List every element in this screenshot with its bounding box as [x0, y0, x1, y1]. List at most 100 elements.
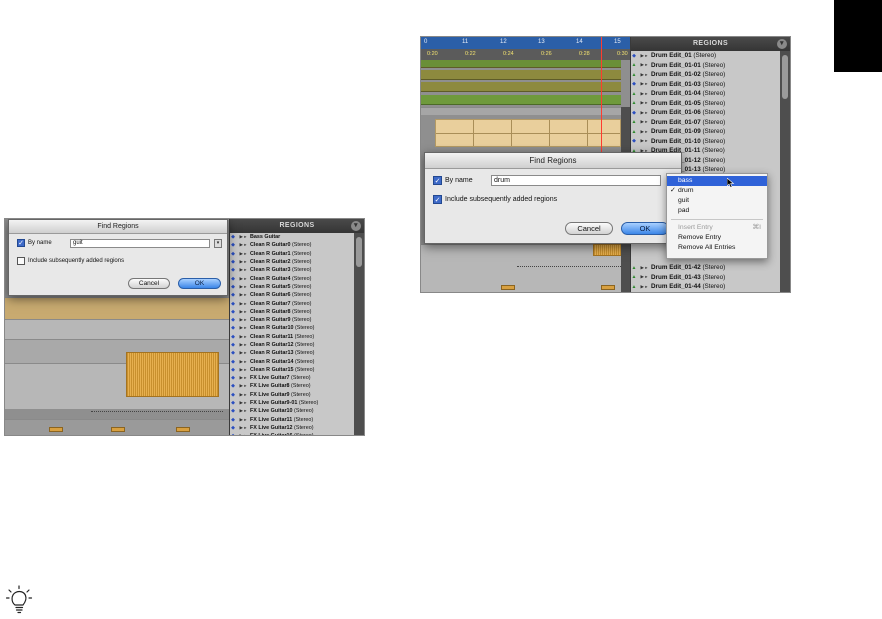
region-list-item[interactable]: ◆ ▶ ▸ Clean R Guitar6 (Stereo): [230, 291, 354, 299]
menu-item-bass[interactable]: bass: [667, 176, 767, 186]
region-list-item[interactable]: ◆ ▶ ▸ Clean R Guitar11 (Stereo): [230, 333, 354, 341]
region-list-item[interactable]: ◆ ▶ ▸ Clean R Guitar13 (Stereo): [230, 349, 354, 357]
expand-triangle-icon[interactable]: ▶ ▸: [236, 400, 250, 406]
include-row[interactable]: ✓ Include subsequently added regions: [433, 195, 557, 204]
by-name-row[interactable]: ✓ By name: [17, 239, 52, 247]
expand-triangle-icon[interactable]: ▶ ▸: [236, 334, 250, 340]
expand-triangle-icon[interactable]: ▶ ▸: [236, 284, 250, 290]
name-dropdown-button[interactable]: ▾: [214, 239, 222, 248]
expand-triangle-icon[interactable]: ▶ ▸: [236, 392, 250, 398]
region-list-item[interactable]: ◆▶ ▸FX Live Guitar16 (Stereo): [230, 432, 354, 435]
regions-menu-button[interactable]: ▾: [351, 221, 361, 231]
expand-triangle-icon[interactable]: ▶ ▸: [236, 251, 250, 257]
region-list-item[interactable]: ◆ ▶ ▸ Drum Edit_01 (Stereo): [631, 51, 780, 61]
expand-triangle-icon[interactable]: ▶ ▸: [637, 53, 651, 59]
expand-triangle-icon[interactable]: ▶ ▸: [236, 408, 250, 414]
expand-triangle-icon[interactable]: ▶ ▸: [236, 359, 250, 365]
region-list-item[interactable]: ◆ ▶ ▸ Clean R Guitar7 (Stereo): [230, 299, 354, 307]
by-name-checkbox[interactable]: ✓: [17, 239, 25, 247]
region-list-item[interactable]: ◆ ▶ ▸ FX Live Guitar8 (Stereo): [230, 382, 354, 390]
by-name-row[interactable]: ✓ By name: [433, 176, 473, 185]
expand-triangle-icon[interactable]: ▶ ▸: [236, 325, 250, 331]
region-list-item[interactable]: ◆ ▶ ▸ Clean R Guitar15 (Stereo): [230, 366, 354, 374]
expand-triangle-icon[interactable]: ▶ ▸: [236, 234, 250, 240]
expand-triangle-icon[interactable]: ▶ ▸: [236, 267, 250, 273]
expand-triangle-icon[interactable]: ▶ ▸: [637, 110, 651, 116]
by-name-checkbox[interactable]: ✓: [433, 176, 442, 185]
expand-triangle-icon[interactable]: ▶ ▸: [236, 375, 250, 381]
include-checkbox[interactable]: ✓: [433, 195, 442, 204]
region-list-item[interactable]: ◆ ▶ ▸ FX Live Guitar9 (Stereo): [230, 391, 354, 399]
menu-item-guit[interactable]: guit: [667, 196, 767, 206]
region-list-item[interactable]: ▲ ▶ ▸ Drum Edit_01-43 (Stereo): [631, 273, 780, 283]
region-list-item[interactable]: ◆ ▶ ▸ Clean R Guitar10 (Stereo): [230, 324, 354, 332]
scroll-thumb[interactable]: [782, 55, 788, 99]
region-list-item[interactable]: ◆ ▶ ▸ FX Live Guitar7 (Stereo): [230, 374, 354, 382]
region-list-item[interactable]: ◆ ▶ ▸ Clean R Guitar4 (Stereo): [230, 274, 354, 282]
menu-item-pad[interactable]: pad: [667, 206, 767, 216]
time-ruler[interactable]: 0:20 0:22 0:24 0:26 0:28 0:30: [421, 49, 631, 60]
regions-scrollbar[interactable]: [780, 51, 790, 292]
scroll-thumb[interactable]: [356, 237, 362, 267]
include-checkbox[interactable]: [17, 257, 25, 265]
menu-item-drum[interactable]: ✓ drum: [667, 186, 767, 196]
expand-triangle-icon[interactable]: ▶ ▸: [637, 265, 651, 271]
region-list-item[interactable]: ◆ ▶ ▸ Drum Edit_01-03 (Stereo): [631, 80, 780, 90]
name-input[interactable]: drum: [491, 175, 661, 186]
expand-triangle-icon[interactable]: ▶ ▸: [236, 276, 250, 282]
region-list-item[interactable]: ◆ ▶ ▸ Clean R Guitar3 (Stereo): [230, 266, 354, 274]
region-list-item[interactable]: ◆ ▶ ▸ Clean R Guitar5 (Stereo): [230, 283, 354, 291]
expand-triangle-icon[interactable]: ▶ ▸: [236, 242, 250, 248]
region-list[interactable]: ◆ ▶ ▸ Bass Guitar ◆ ▶ ▸ Clean R Guitar0 (Ste…: [230, 233, 354, 435]
expand-triangle-icon[interactable]: ▶ ▸: [236, 417, 250, 423]
region-list-item[interactable]: ◆ ▶ ▸ Clean R Guitar14 (Stereo): [230, 357, 354, 365]
region-list-item[interactable]: ◆ ▶ ▸ Clean R Guitar2 (Stereo): [230, 258, 354, 266]
region-list-item[interactable]: ▲ ▶ ▸ Drum Edit_01-44 (Stereo): [631, 282, 780, 292]
expand-triangle-icon[interactable]: ▶ ▸: [637, 91, 651, 97]
expand-triangle-icon[interactable]: ▶ ▸: [236, 292, 250, 298]
regions-menu-button[interactable]: ▾: [777, 39, 787, 49]
region-list-item[interactable]: ◆ ▶ ▸ FX Live Guitar11 (Stereo): [230, 416, 354, 424]
expand-triangle-icon[interactable]: ▶ ▸: [236, 317, 250, 323]
expand-triangle-icon[interactable]: ▶ ▸: [236, 425, 250, 431]
region-list-item[interactable]: ◆ ▶ ▸ Drum Edit_01-10 (Stereo): [631, 137, 780, 147]
expand-triangle-icon[interactable]: ▶ ▸: [236, 342, 250, 348]
cancel-button[interactable]: Cancel: [565, 222, 613, 235]
region-list-item[interactable]: ▲ ▶ ▸ Drum Edit_01-42 (Stereo): [631, 263, 780, 273]
menu-item-remove-entry[interactable]: Remove Entry: [667, 233, 767, 243]
expand-triangle-icon[interactable]: ▶ ▸: [637, 284, 651, 290]
expand-triangle-icon[interactable]: ▶ ▸: [637, 129, 651, 135]
ok-button[interactable]: OK: [178, 278, 221, 289]
expand-triangle-icon[interactable]: ▶ ▸: [236, 367, 250, 373]
region-list-item[interactable]: ◆ ▶ ▸ Clean R Guitar12 (Stereo): [230, 341, 354, 349]
region-list-item[interactable]: ◆ ▶ ▸ FX Live Guitar12 (Stereo): [230, 424, 354, 432]
expand-triangle-icon[interactable]: ▶ ▸: [236, 383, 250, 389]
expand-triangle-icon[interactable]: ▶ ▸: [637, 100, 651, 106]
name-input[interactable]: guit: [70, 239, 210, 248]
region-list-item[interactable]: ▲ ▶ ▸ Drum Edit_01-04 (Stereo): [631, 89, 780, 99]
region-list-item[interactable]: ▲ ▶ ▸ Drum Edit_01-05 (Stereo): [631, 99, 780, 109]
region-list-item[interactable]: ◆ ▶ ▸ Clean R Guitar0 (Stereo): [230, 241, 354, 249]
regions-scrollbar[interactable]: [354, 233, 364, 435]
expand-triangle-icon[interactable]: ▶ ▸: [236, 259, 250, 265]
expand-triangle-icon[interactable]: ▶ ▸: [637, 81, 651, 87]
expand-triangle-icon[interactable]: ▶ ▸: [637, 138, 651, 144]
expand-triangle-icon[interactable]: ▶ ▸: [637, 119, 651, 125]
region-list-item[interactable]: ▲ ▶ ▸ Drum Edit_01-07 (Stereo): [631, 118, 780, 128]
expand-triangle-icon[interactable]: ▶ ▸: [637, 72, 651, 78]
ok-button[interactable]: OK: [621, 222, 669, 235]
region-list-item[interactable]: ◆ ▶ ▸ Clean R Guitar8 (Stereo): [230, 308, 354, 316]
menu-item-remove-all[interactable]: Remove All Entries: [667, 243, 767, 253]
expand-triangle-icon[interactable]: ▶ ▸: [236, 433, 250, 435]
region-list-item[interactable]: ◆ ▶ ▸ Clean R Guitar1 (Stereo): [230, 250, 354, 258]
region-list-item[interactable]: ▲ ▶ ▸ Drum Edit_01-01 (Stereo): [631, 61, 780, 71]
expand-triangle-icon[interactable]: ▶ ▸: [637, 62, 651, 68]
expand-triangle-icon[interactable]: ▶ ▸: [236, 350, 250, 356]
region-list-item[interactable]: ▲ ▶ ▸ Drum Edit_01-02 (Stereo): [631, 70, 780, 80]
include-row[interactable]: Include subsequently added regions: [17, 257, 124, 265]
cancel-button[interactable]: Cancel: [128, 278, 170, 289]
region-list-item[interactable]: ◆ ▶ ▸ Drum Edit_01-06 (Stereo): [631, 108, 780, 118]
expand-triangle-icon[interactable]: ▶ ▸: [637, 274, 651, 280]
region-list-item[interactable]: ◆ ▶ ▸ FX Live Guitar10 (Stereo): [230, 407, 354, 415]
region-list-item[interactable]: ◆ ▶ ▸ Bass Guitar: [230, 233, 354, 241]
